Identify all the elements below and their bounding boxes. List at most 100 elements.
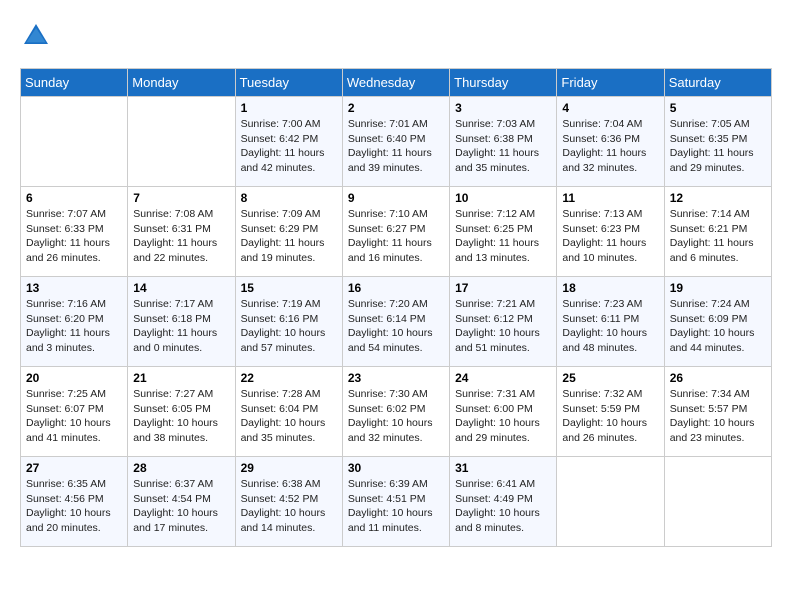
- day-cell: 24Sunrise: 7:31 AM Sunset: 6:00 PM Dayli…: [450, 367, 557, 457]
- calendar-table: SundayMondayTuesdayWednesdayThursdayFrid…: [20, 68, 772, 547]
- day-number: 7: [133, 191, 229, 205]
- day-number: 6: [26, 191, 122, 205]
- page-header: [20, 20, 772, 52]
- day-info: Sunrise: 7:01 AM Sunset: 6:40 PM Dayligh…: [348, 117, 444, 176]
- day-info: Sunrise: 7:25 AM Sunset: 6:07 PM Dayligh…: [26, 387, 122, 446]
- day-cell: 25 Sunrise: 7:32 AM Sunset: 5:59 PM Dayli…: [557, 367, 664, 457]
- day-number: 2: [348, 101, 444, 115]
- day-number: 28: [133, 461, 229, 475]
- day-number: 26: [670, 371, 766, 385]
- day-info: Sunrise: 7:08 AM Sunset: 6:31 PM Dayligh…: [133, 207, 229, 266]
- day-info: Sunrise: 7:27 AM Sunset: 6:05 PM Dayligh…: [133, 387, 229, 446]
- day-cell: 30 Sunrise: 6:39 AM Sunset: 4:51 PM Dayli…: [342, 457, 449, 547]
- day-cell: 2 Sunrise: 7:01 AM Sunset: 6:40 PM Daylig…: [342, 97, 449, 187]
- day-info: Sunrise: 6:37 AM Sunset: 4:54 PM Dayligh…: [133, 477, 229, 536]
- logo: [20, 20, 56, 52]
- day-info: Sunrise: 7:21 AM Sunset: 6:12 PM Dayligh…: [455, 297, 551, 356]
- day-cell: 12 Sunrise: 7:14 AM Sunset: 6:21 PM Dayli…: [664, 187, 771, 277]
- day-cell: 22 Sunrise: 7:28 AM Sunset: 6:04 PM Dayli…: [235, 367, 342, 457]
- week-row-4: 20 Sunrise: 7:25 AM Sunset: 6:07 PM Dayli…: [21, 367, 772, 457]
- day-cell: 8 Sunrise: 7:09 AM Sunset: 6:29 PM Daylig…: [235, 187, 342, 277]
- day-info: Sunrise: 7:32 AM Sunset: 5:59 PM Dayligh…: [562, 387, 658, 446]
- day-cell: 31 Sunrise: 6:41 AM Sunset: 4:49 PM Dayli…: [450, 457, 557, 547]
- day-cell: 19 Sunrise: 7:24 AM Sunset: 6:09 PM Dayli…: [664, 277, 771, 367]
- day-number: 27: [26, 461, 122, 475]
- day-number: 3: [455, 101, 551, 115]
- day-info: Sunrise: 7:13 AM Sunset: 6:23 PM Dayligh…: [562, 207, 658, 266]
- weekday-header-thursday: Thursday: [450, 69, 557, 97]
- day-info: Sunrise: 7:03 AM Sunset: 6:38 PM Dayligh…: [455, 117, 551, 176]
- day-cell: 10 Sunrise: 7:12 AM Sunset: 6:25 PM Dayli…: [450, 187, 557, 277]
- day-info: Sunrise: 7:20 AM Sunset: 6:14 PM Dayligh…: [348, 297, 444, 356]
- day-info: Sunrise: 6:38 AM Sunset: 4:52 PM Dayligh…: [241, 477, 337, 536]
- day-number: 16: [348, 281, 444, 295]
- day-cell: 16 Sunrise: 7:20 AM Sunset: 6:14 PM Dayli…: [342, 277, 449, 367]
- day-info: Sunrise: 6:39 AM Sunset: 4:51 PM Dayligh…: [348, 477, 444, 536]
- day-info: Sunrise: 7:34 AM Sunset: 5:57 PM Dayligh…: [670, 387, 766, 446]
- day-number: 9: [348, 191, 444, 205]
- day-info: Sunrise: 6:41 AM Sunset: 4:49 PM Dayligh…: [455, 477, 551, 536]
- day-cell: 13 Sunrise: 7:16 AM Sunset: 6:20 PM Dayli…: [21, 277, 128, 367]
- day-cell: 1Sunrise: 7:00 AM Sunset: 6:42 PM Daylig…: [235, 97, 342, 187]
- day-info: Sunrise: 7:28 AM Sunset: 6:04 PM Dayligh…: [241, 387, 337, 446]
- day-cell: 5Sunrise: 7:05 AM Sunset: 6:35 PM Daylig…: [664, 97, 771, 187]
- day-number: 25: [562, 371, 658, 385]
- day-number: 20: [26, 371, 122, 385]
- day-number: 29: [241, 461, 337, 475]
- day-number: 31: [455, 461, 551, 475]
- logo-icon: [20, 20, 52, 52]
- day-info: Sunrise: 7:16 AM Sunset: 6:20 PM Dayligh…: [26, 297, 122, 356]
- weekday-header-friday: Friday: [557, 69, 664, 97]
- day-cell: 15 Sunrise: 7:19 AM Sunset: 6:16 PM Dayli…: [235, 277, 342, 367]
- day-number: 14: [133, 281, 229, 295]
- day-number: 18: [562, 281, 658, 295]
- day-cell: 11 Sunrise: 7:13 AM Sunset: 6:23 PM Dayli…: [557, 187, 664, 277]
- day-number: 13: [26, 281, 122, 295]
- weekday-header-sunday: Sunday: [21, 69, 128, 97]
- day-number: 11: [562, 191, 658, 205]
- day-cell: 14Sunrise: 7:17 AM Sunset: 6:18 PM Dayli…: [128, 277, 235, 367]
- weekday-header-tuesday: Tuesday: [235, 69, 342, 97]
- day-info: Sunrise: 7:24 AM Sunset: 6:09 PM Dayligh…: [670, 297, 766, 356]
- day-info: Sunrise: 7:10 AM Sunset: 6:27 PM Dayligh…: [348, 207, 444, 266]
- day-number: 30: [348, 461, 444, 475]
- day-info: Sunrise: 7:23 AM Sunset: 6:11 PM Dayligh…: [562, 297, 658, 356]
- day-info: Sunrise: 7:07 AM Sunset: 6:33 PM Dayligh…: [26, 207, 122, 266]
- day-info: Sunrise: 7:12 AM Sunset: 6:25 PM Dayligh…: [455, 207, 551, 266]
- day-cell: 23Sunrise: 7:30 AM Sunset: 6:02 PM Dayli…: [342, 367, 449, 457]
- day-cell: 9 Sunrise: 7:10 AM Sunset: 6:27 PM Daylig…: [342, 187, 449, 277]
- week-row-1: 1Sunrise: 7:00 AM Sunset: 6:42 PM Daylig…: [21, 97, 772, 187]
- day-cell: [557, 457, 664, 547]
- day-number: 17: [455, 281, 551, 295]
- day-cell: [664, 457, 771, 547]
- day-number: 22: [241, 371, 337, 385]
- day-info: Sunrise: 7:00 AM Sunset: 6:42 PM Dayligh…: [241, 117, 337, 176]
- day-info: Sunrise: 7:14 AM Sunset: 6:21 PM Dayligh…: [670, 207, 766, 266]
- day-number: 23: [348, 371, 444, 385]
- day-number: 12: [670, 191, 766, 205]
- weekday-header-row: SundayMondayTuesdayWednesdayThursdayFrid…: [21, 69, 772, 97]
- day-info: Sunrise: 7:19 AM Sunset: 6:16 PM Dayligh…: [241, 297, 337, 356]
- day-cell: 6 Sunrise: 7:07 AM Sunset: 6:33 PM Daylig…: [21, 187, 128, 277]
- weekday-header-saturday: Saturday: [664, 69, 771, 97]
- day-info: Sunrise: 6:35 AM Sunset: 4:56 PM Dayligh…: [26, 477, 122, 536]
- day-cell: 17 Sunrise: 7:21 AM Sunset: 6:12 PM Dayli…: [450, 277, 557, 367]
- day-info: Sunrise: 7:31 AM Sunset: 6:00 PM Dayligh…: [455, 387, 551, 446]
- day-cell: 21Sunrise: 7:27 AM Sunset: 6:05 PM Dayli…: [128, 367, 235, 457]
- day-number: 10: [455, 191, 551, 205]
- day-cell: 26 Sunrise: 7:34 AM Sunset: 5:57 PM Dayli…: [664, 367, 771, 457]
- day-cell: [21, 97, 128, 187]
- day-cell: [128, 97, 235, 187]
- day-cell: 27 Sunrise: 6:35 AM Sunset: 4:56 PM Dayli…: [21, 457, 128, 547]
- day-number: 8: [241, 191, 337, 205]
- day-info: Sunrise: 7:05 AM Sunset: 6:35 PM Dayligh…: [670, 117, 766, 176]
- day-cell: 29 Sunrise: 6:38 AM Sunset: 4:52 PM Dayli…: [235, 457, 342, 547]
- day-cell: 7 Sunrise: 7:08 AM Sunset: 6:31 PM Daylig…: [128, 187, 235, 277]
- day-number: 19: [670, 281, 766, 295]
- week-row-5: 27 Sunrise: 6:35 AM Sunset: 4:56 PM Dayli…: [21, 457, 772, 547]
- day-info: Sunrise: 7:04 AM Sunset: 6:36 PM Dayligh…: [562, 117, 658, 176]
- day-number: 4: [562, 101, 658, 115]
- day-number: 15: [241, 281, 337, 295]
- weekday-header-monday: Monday: [128, 69, 235, 97]
- day-info: Sunrise: 7:09 AM Sunset: 6:29 PM Dayligh…: [241, 207, 337, 266]
